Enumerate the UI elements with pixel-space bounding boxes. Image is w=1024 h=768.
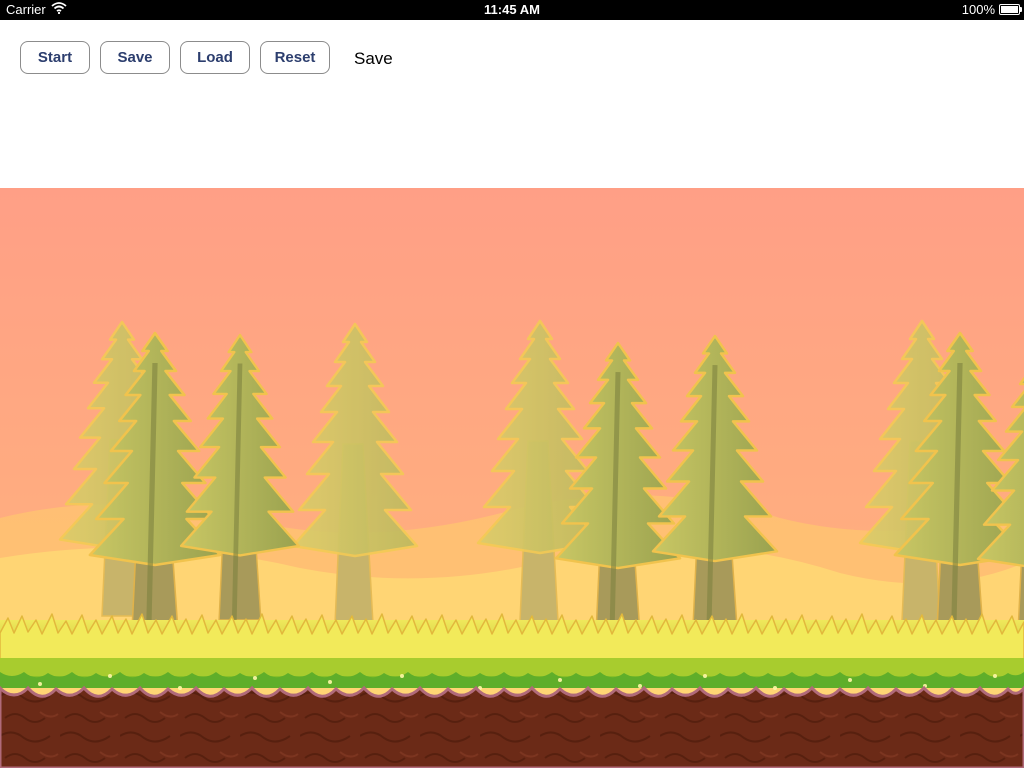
dirt-ground [0, 685, 1024, 768]
clock-time: 11:45 AM [484, 2, 540, 17]
battery-icon [999, 4, 1022, 15]
battery-level-fill [1001, 6, 1018, 13]
battery-percent: 100% [961, 2, 995, 17]
reset-button[interactable]: Reset [260, 41, 330, 74]
status-bar: Carrier 11:45 AM 100% [0, 0, 1024, 20]
load-button[interactable]: Load [180, 41, 250, 74]
status-right: 100% [961, 2, 1022, 17]
save-button[interactable]: Save [100, 41, 170, 74]
grass-strip [0, 613, 1024, 690]
toolbar: Start Save Load Reset Save [0, 20, 1024, 188]
start-button[interactable]: Start [20, 41, 90, 74]
forest-background [0, 188, 1024, 768]
game-scene[interactable] [0, 188, 1024, 768]
status-label: Save [354, 49, 393, 68]
